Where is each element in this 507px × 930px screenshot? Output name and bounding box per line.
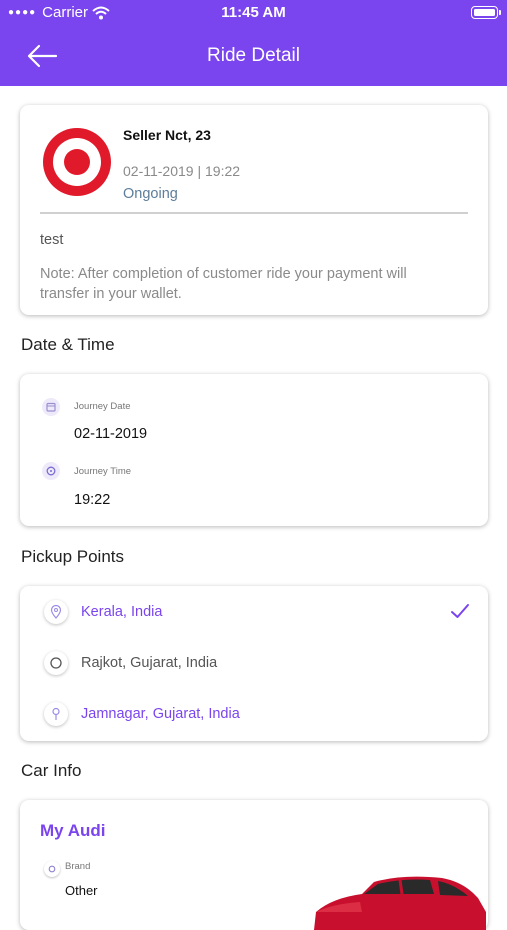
pickup-point-kerala[interactable]: Kerala, India xyxy=(81,604,162,620)
date-time-card: Journey Date 02-11-2019 Journey Time 19:… xyxy=(20,374,488,526)
battery-icon xyxy=(471,6,498,19)
pickup-points-card: Kerala, India Rajkot, Gujarat, India Jam… xyxy=(20,586,488,741)
section-title-pickup: Pickup Points xyxy=(21,547,124,566)
section-title-car-info: Car Info xyxy=(21,761,82,780)
car-name: My Audi xyxy=(40,821,106,840)
destination-pin-icon xyxy=(44,702,68,726)
ride-summary-card[interactable]: Seller Nct, 23 02-11-2019 | 19:22 Ongoin… xyxy=(20,105,488,315)
status-bar: ●●●● Carrier 11:45 AM xyxy=(0,0,507,26)
nav-bar: Ride Detail xyxy=(0,26,507,86)
journey-date-label: Journey Date xyxy=(74,401,131,412)
calendar-icon xyxy=(42,398,60,416)
journey-date-value: 02-11-2019 xyxy=(74,426,148,442)
ride-datetime: 02-11-2019 | 19:22 xyxy=(123,163,241,179)
ride-note-title: test xyxy=(40,232,64,248)
seller-logo-target xyxy=(43,128,111,196)
car-illustration xyxy=(314,876,486,930)
ride-note: Note: After completion of customer ride … xyxy=(40,266,407,302)
clock-icon xyxy=(42,462,60,480)
battery-tip xyxy=(499,10,501,15)
car-brand-label: Brand xyxy=(65,861,91,872)
divider xyxy=(40,212,468,214)
pickup-point-jamnagar[interactable]: Jamnagar, Gujarat, India xyxy=(81,706,240,722)
car-brand-value: Other xyxy=(65,883,98,898)
radio-circle-icon xyxy=(44,651,68,675)
car-info-card: My Audi Brand Other xyxy=(20,800,488,930)
page-title: Ride Detail xyxy=(207,45,300,66)
seller-name: Seller Nct, 23 xyxy=(123,127,211,143)
pickup-point-rajkot[interactable]: Rajkot, Gujarat, India xyxy=(81,655,217,671)
location-pin-icon xyxy=(44,600,68,624)
journey-time-label: Journey Time xyxy=(74,466,132,477)
brand-icon xyxy=(44,861,60,877)
clock: 11:45 AM xyxy=(221,4,286,21)
car-image xyxy=(302,872,488,930)
check-icon xyxy=(451,604,469,618)
section-title-date-time: Date & Time xyxy=(21,335,115,354)
journey-time-value: 19:22 xyxy=(74,492,111,508)
ride-status: Ongoing xyxy=(123,186,178,202)
